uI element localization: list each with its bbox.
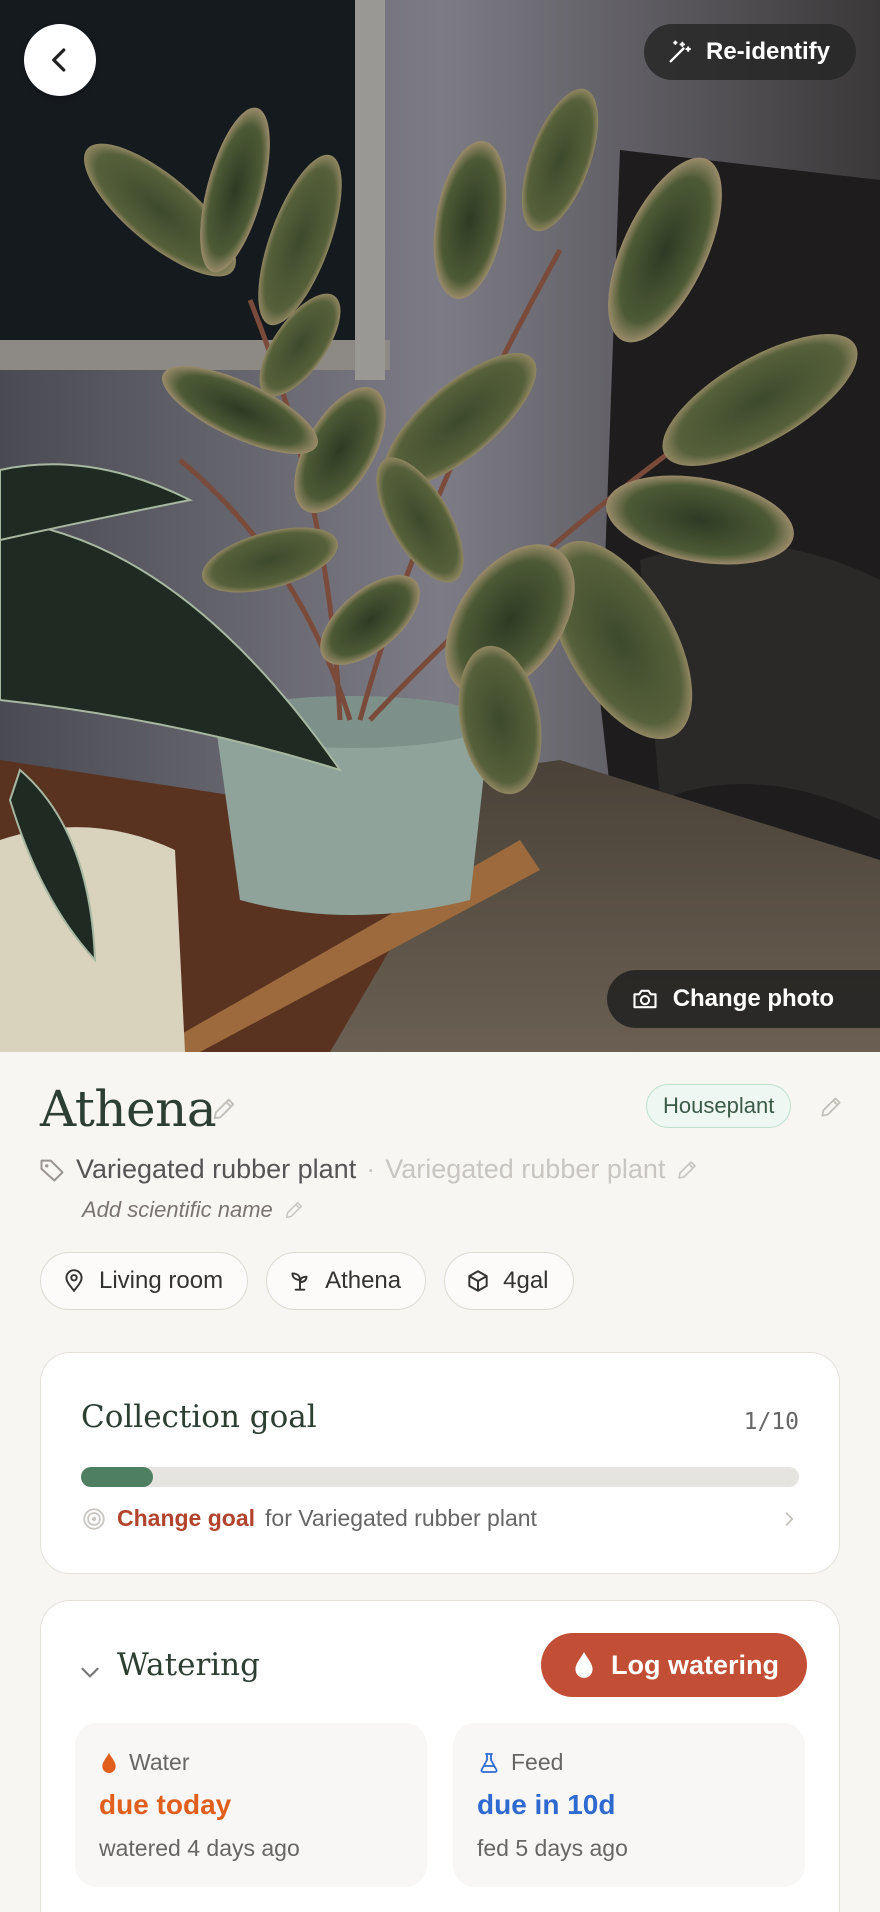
location-chip[interactable]: Living room	[40, 1252, 249, 1310]
edit-name-button[interactable]	[210, 1095, 238, 1128]
feed-last-fed: fed 5 days ago	[477, 1835, 628, 1861]
log-watering-label: Log watering	[611, 1649, 779, 1680]
plant-chip-label: Athena	[325, 1267, 402, 1294]
log-watering-button[interactable]: Log watering	[541, 1633, 807, 1697]
change-goal-row[interactable]: Change goal for Variegated rubber plant	[81, 1505, 799, 1532]
magic-wand-icon	[669, 40, 691, 63]
camera-icon	[633, 989, 657, 1009]
tag-icon	[40, 1159, 64, 1181]
target-icon	[83, 1507, 105, 1530]
plant-type-tag[interactable]: Houseplant	[646, 1084, 792, 1128]
feed-due-status: due in 10d	[477, 1789, 616, 1820]
collection-goal-progress	[81, 1467, 799, 1487]
water-last-watered: watered 4 days ago	[99, 1835, 300, 1861]
box-icon	[468, 1270, 488, 1292]
change-photo-button[interactable]: Change photo	[606, 970, 880, 1028]
water-tile-label: Water	[129, 1749, 190, 1775]
sprout-icon	[291, 1272, 308, 1291]
plant-chip[interactable]: Athena	[266, 1252, 427, 1310]
plant-name: Athena	[40, 1080, 217, 1138]
plant-photo-image	[0, 0, 880, 1052]
reidentify-button[interactable]: Re-identify	[643, 24, 856, 80]
plant-attribute-chips: Living room Athena 4gal	[40, 1252, 574, 1310]
common-name-alt: Variegated rubber plant	[385, 1154, 666, 1184]
pencil-icon	[821, 1097, 841, 1117]
location-pin-icon	[65, 1269, 83, 1293]
chevron-down-icon[interactable]	[77, 1659, 103, 1685]
common-name: Variegated rubber plant	[76, 1154, 357, 1184]
pot-size-chip-label: 4gal	[503, 1267, 549, 1294]
collection-goal-card: Collection goal 1/10 Change goal for Var…	[40, 1352, 840, 1574]
collection-goal-progress-fill	[81, 1467, 153, 1487]
scientific-name-row[interactable]: Add scientific name	[82, 1197, 305, 1223]
flask-icon	[480, 1752, 498, 1773]
pencil-icon	[285, 1201, 302, 1219]
water-drop-icon	[102, 1752, 116, 1773]
pencil-icon[interactable]	[675, 1158, 699, 1182]
chevron-left-icon	[52, 48, 66, 72]
feed-tile-header: Feed	[477, 1749, 563, 1776]
common-name-row: Variegated rubber plant · Variegated rub…	[38, 1154, 699, 1185]
common-name-separator: ·	[366, 1154, 376, 1184]
water-drop-icon	[575, 1652, 593, 1678]
pencil-icon	[213, 1098, 235, 1120]
watering-card: Watering Log watering Water due today wa…	[40, 1600, 840, 1912]
water-due-status: due today	[99, 1789, 232, 1820]
collection-goal-count: 1/10	[743, 1409, 799, 1435]
plant-photo: Re-identify Change photo	[0, 0, 880, 1052]
edit-type-button[interactable]	[818, 1094, 844, 1125]
change-goal-link[interactable]: Change goal	[117, 1505, 255, 1532]
plant-type-label: Houseplant	[663, 1093, 775, 1118]
scientific-name-placeholder: Add scientific name	[82, 1197, 273, 1222]
change-goal-suffix: for Variegated rubber plant	[265, 1505, 537, 1531]
back-button[interactable]	[24, 24, 96, 96]
pot-size-chip[interactable]: 4gal	[444, 1252, 574, 1310]
collection-goal-title: Collection goal	[81, 1399, 317, 1435]
feed-tile-label: Feed	[511, 1749, 564, 1775]
location-chip-label: Living room	[99, 1267, 224, 1294]
feed-status-tile[interactable]: Feed due in 10d fed 5 days ago	[453, 1723, 805, 1887]
water-tile-header: Water	[99, 1749, 190, 1776]
chevron-right-icon	[785, 1512, 794, 1526]
reidentify-label: Re-identify	[705, 38, 830, 65]
water-status-tile[interactable]: Water due today watered 4 days ago	[75, 1723, 427, 1887]
change-photo-label: Change photo	[672, 985, 834, 1012]
watering-title: Watering	[117, 1647, 260, 1683]
